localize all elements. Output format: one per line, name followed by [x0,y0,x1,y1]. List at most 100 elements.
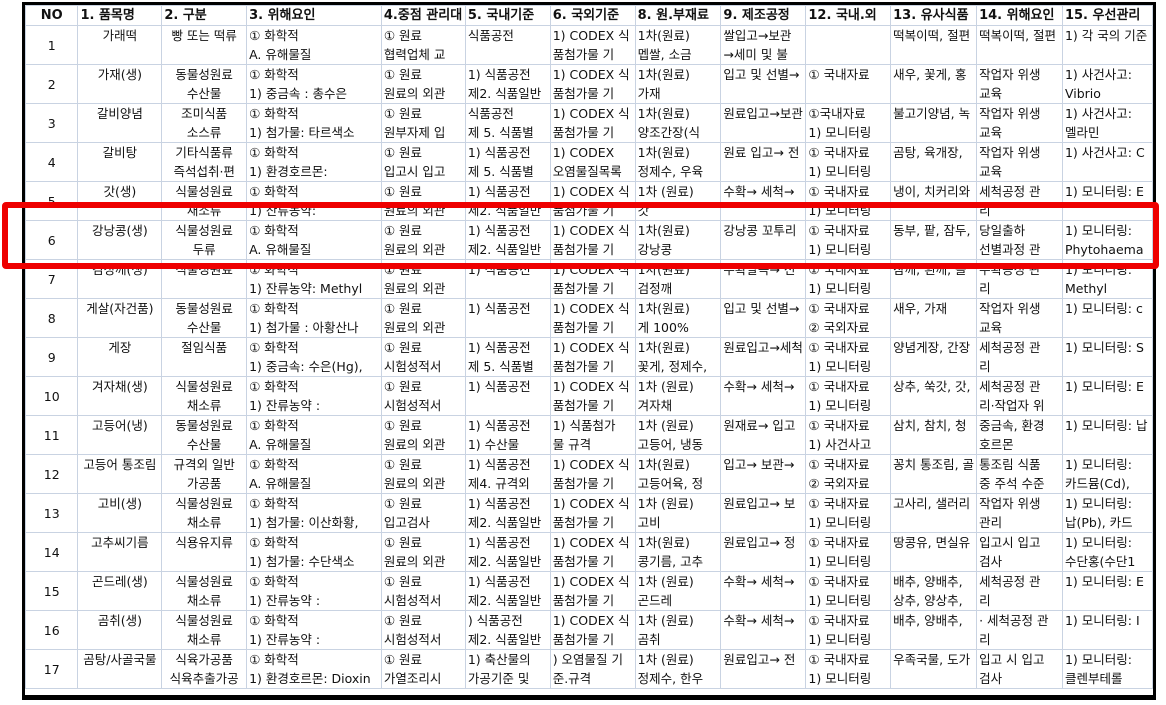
cell-critical-control[interactable]: ① 원료 원료의 외관 [380,454,466,494]
cell-domestic-foreign[interactable]: ① 국내자료 1) 모니터링 [805,259,892,299]
cell-domestic-foreign[interactable]: ① 국내자료 1) 모니터링 [805,181,892,221]
cell-domestic-standard[interactable]: 1) 식품공전 1) 수산물 [464,415,551,455]
cell-item-name[interactable]: 가재(생) [77,64,163,104]
header-no[interactable]: NO [25,5,79,26]
cell-item-name[interactable]: 고추씨기름 [77,532,163,572]
cell-priority-management[interactable]: 1) 모니터링: c [1061,298,1153,338]
cell-raw-materials[interactable]: 1차 (원료) 고비 [634,493,722,533]
cell-domestic-standard[interactable]: 식품공전 [464,25,551,65]
cell-similar-food[interactable]: 불고기양념, 녹 [890,103,978,143]
cell-hazard-factor[interactable]: ① 화학적 A. 유해물질 [246,415,382,455]
cell-domestic-standard[interactable]: 1) 식품공전 [464,259,551,299]
cell-similar-food[interactable]: 배추, 양배추, [890,610,978,650]
cell-similar-food[interactable]: 참깨, 흰깨, 들 [890,259,978,299]
cell-raw-materials[interactable]: 1차(원료) 고등어육, 정 [634,454,722,494]
cell-hazard-factor-2[interactable]: 세척공정 관리 [976,571,1063,611]
cell-foreign-standard[interactable]: 1) CODEX 식 품첨가물 기 [549,259,636,299]
cell-hazard-factor-2[interactable]: 세척공정 관리 [976,337,1063,377]
cell-manufacturing-process[interactable]: 강낭콩 꼬투리 [720,220,807,260]
cell-foreign-standard[interactable]: 1) 식품첨가 물 규격 [549,415,636,455]
cell-raw-materials[interactable]: 1차(원료) 게 100% [634,298,722,338]
cell-raw-materials[interactable]: 1차(원료) 정제수, 우육 [634,142,722,182]
cell-similar-food[interactable]: 꽁치 통조림, 골 [890,454,978,494]
cell-manufacturing-process[interactable]: 원료입고→보관 [720,103,807,143]
cell-manufacturing-process[interactable]: 수확→ 세척→ [720,610,807,650]
cell-category[interactable]: 조미식품 소스류 [161,103,248,143]
cell-domestic-foreign[interactable]: ① 국내자료 [805,64,892,104]
cell-manufacturing-process[interactable]: 수확→ 세척→ [720,571,807,611]
cell-raw-materials[interactable]: 1차(원료) 멥쌀, 소금 [634,25,722,65]
cell-raw-materials[interactable]: 1차 (원료) 곤드레 [634,571,722,611]
cell-item-name[interactable]: 겨자채(생) [77,376,163,416]
cell-priority-management[interactable]: 1) 모니터링: 납 [1061,415,1153,455]
cell-hazard-factor-2[interactable]: 세척공정 관리 [976,181,1063,221]
cell-hazard-factor[interactable]: ① 화학적 1) 첨가물: 수단색소 [246,532,382,572]
cell-item-name[interactable]: 갓(생) [77,181,163,221]
cell-no[interactable]: 8 [25,298,79,338]
cell-no[interactable]: 1 [25,25,79,65]
cell-foreign-standard[interactable]: 1) CODEX 식 품첨가물 기 [549,298,636,338]
cell-category[interactable]: 식육가공품 식육추출가공 [161,649,248,689]
cell-item-name[interactable]: 고등어(냉) [77,415,163,455]
cell-domestic-standard[interactable]: 1) 식품공전 제 5. 식품별 [464,337,551,377]
cell-item-name[interactable]: 가래떡 [77,25,163,65]
cell-critical-control[interactable]: ① 원료 원료의 외관 [380,64,466,104]
cell-domestic-standard[interactable]: 1) 식품공전 제2. 식품일반 [464,220,551,260]
cell-hazard-factor[interactable]: ① 화학적 1) 잔류농약 : [246,610,382,650]
cell-raw-materials[interactable]: 1차(원료) 가재 [634,64,722,104]
cell-item-name[interactable]: 게살(자건품) [77,298,163,338]
cell-item-name[interactable]: 갈비탕 [77,142,163,182]
cell-no[interactable]: 2 [25,64,79,104]
cell-hazard-factor[interactable]: ① 화학적 1) 중금속 : 총수은 [246,64,382,104]
cell-similar-food[interactable]: 떡복이떡, 절편 [890,25,978,65]
cell-category[interactable]: 동물성원료 수산물 [161,64,248,104]
cell-domestic-foreign[interactable] [805,25,892,65]
cell-critical-control[interactable]: ① 원료 원료의 외관 [380,298,466,338]
cell-similar-food[interactable]: 새우, 꽃게, 홍 [890,64,978,104]
cell-critical-control[interactable]: ① 원료 시험성적서 [380,571,466,611]
cell-no[interactable]: 9 [25,337,79,377]
cell-critical-control[interactable]: ① 원료 가열조리시 [380,649,466,689]
cell-critical-control[interactable]: ① 원료 원료의 외관 [380,220,466,260]
cell-hazard-factor-2[interactable]: 작업자 위생 교육 [976,142,1063,182]
cell-critical-control[interactable]: ① 원료 협력업체 교 [380,25,466,65]
cell-manufacturing-process[interactable]: 원료입고→ 보 [720,493,807,533]
cell-no[interactable]: 4 [25,142,79,182]
cell-domestic-standard[interactable]: 식품공전 제 5. 식품별 [464,103,551,143]
cell-item-name[interactable]: 고등어 통조림 [77,454,163,494]
cell-critical-control[interactable]: ① 원료 원료의 외관 [380,532,466,572]
cell-category[interactable]: 빵 또는 떡류 [161,25,248,65]
cell-foreign-standard[interactable]: 1) CODEX 식 품첨가물 기 [549,454,636,494]
cell-critical-control[interactable]: ① 원료 원부자제 입 [380,103,466,143]
cell-critical-control[interactable]: ① 원료 시험성적서 [380,610,466,650]
cell-hazard-factor-2[interactable]: 입고 시 입고 검사 [976,649,1063,689]
header-hazard-factor-2[interactable]: 14. 위해요인 [976,5,1063,26]
cell-hazard-factor[interactable]: ① 화학적 1) 잔류농약 : [246,571,382,611]
cell-priority-management[interactable]: 1) 모니터링: 납(Pb), 카드 [1061,493,1153,533]
cell-hazard-factor-2[interactable]: 수확공정 관리 [976,259,1063,299]
cell-similar-food[interactable]: 새우, 가재 [890,298,978,338]
cell-critical-control[interactable]: ① 원료 시험성적서 [380,376,466,416]
header-raw-materials[interactable]: 8. 원.부재료 [634,5,722,26]
cell-hazard-factor-2[interactable]: 세척공정 관 리·작업자 위 [976,376,1063,416]
cell-domestic-standard[interactable]: 1) 식품공전 제4. 규격외 [464,454,551,494]
cell-hazard-factor[interactable]: ① 화학적 1) 환경호르몬: Dioxin [246,649,382,689]
cell-hazard-factor-2[interactable]: 떡복이떡, 절편 [976,25,1063,65]
cell-hazard-factor[interactable]: ① 화학적 1) 중금속: 수은(Hg), [246,337,382,377]
cell-similar-food[interactable]: 고사리, 샐러리 [890,493,978,533]
cell-priority-management[interactable]: 1) 모니터링: E [1061,181,1153,221]
header-manufacturing-process[interactable]: 9. 제조공정 [720,5,807,26]
cell-raw-materials[interactable]: 1차(원료) 꽃게, 정제수, [634,337,722,377]
cell-hazard-factor-2[interactable]: 중금속, 환경 호르몬 [976,415,1063,455]
cell-critical-control[interactable]: ① 원료 원료의 외관 [380,415,466,455]
cell-priority-management[interactable]: 1) 모니터링: I [1061,610,1153,650]
cell-critical-control[interactable]: ① 원료 시험성적서 [380,337,466,377]
cell-domestic-standard[interactable]: 1) 식품공전 제2. 식품일반 [464,493,551,533]
cell-category[interactable]: 식용유지류 [161,532,248,572]
cell-item-name[interactable]: 게장 [77,337,163,377]
cell-critical-control[interactable]: ① 원료 원료의 외관 [380,259,466,299]
cell-no[interactable]: 14 [25,532,79,572]
header-category[interactable]: 2. 구분 [161,5,248,26]
cell-domestic-foreign[interactable]: ① 국내자료 1) 모니터링 [805,610,892,650]
cell-foreign-standard[interactable]: 1) CODEX 식 품첨가물 기 [549,532,636,572]
